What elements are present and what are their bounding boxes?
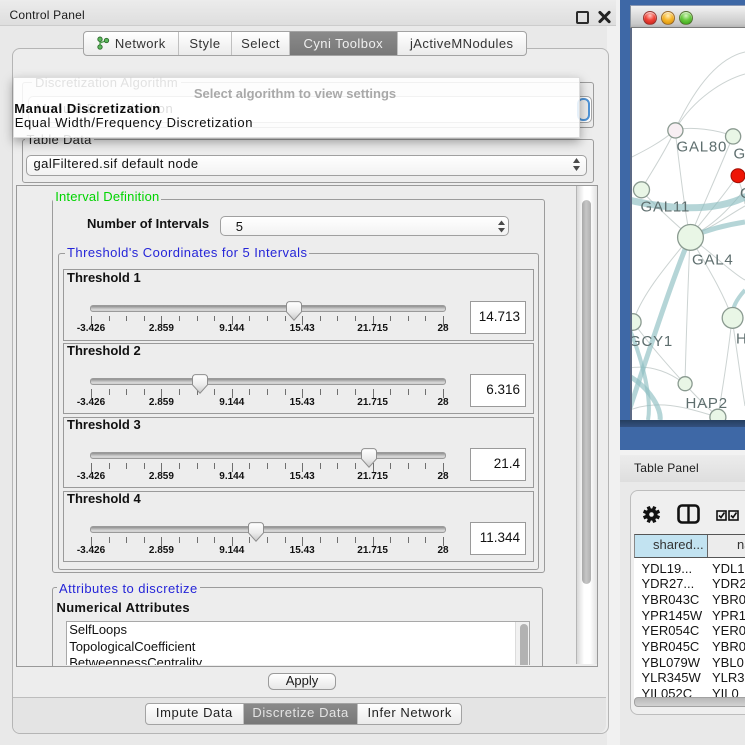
svg-text:GA: GA [734, 146, 745, 163]
svg-text:HAP2: HAP2 [686, 395, 728, 412]
svg-text:H: H [736, 331, 745, 348]
svg-text:GAL11: GAL11 [641, 199, 691, 216]
svg-text:G: G [740, 185, 745, 202]
svg-text:GAL4: GAL4 [692, 252, 734, 269]
svg-text:GAL80: GAL80 [677, 139, 728, 156]
svg-text:GCY1: GCY1 [632, 333, 673, 350]
